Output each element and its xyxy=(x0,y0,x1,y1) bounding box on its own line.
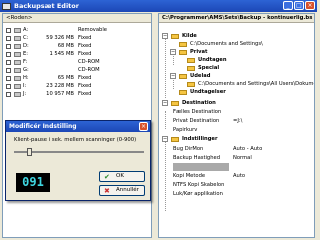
drive-row[interactable]: A: Removable xyxy=(6,26,150,34)
backup-set-tree-panel: C:\Programmer\AMS\Sets\Backup - kontinue… xyxy=(158,13,315,238)
drive-checkbox[interactable] xyxy=(6,35,11,41)
drive-type: Fixed xyxy=(78,83,92,89)
drive-letter: I: xyxy=(23,83,27,89)
dialog-title: Modificér Indstilling xyxy=(9,123,77,130)
drive-icon xyxy=(14,59,21,65)
drive-size: 10 957 MB xyxy=(46,91,74,97)
maximize-button[interactable]: □ xyxy=(294,1,304,10)
drive-row[interactable]: F: CD-ROM xyxy=(6,58,150,66)
collapse-icon[interactable]: − xyxy=(162,136,168,142)
folder-icon xyxy=(171,33,179,39)
drive-size: 1 545 MB xyxy=(49,51,74,57)
drive-type: Fixed xyxy=(78,51,92,57)
window-title: Backupsæt Editor xyxy=(14,2,79,10)
drive-icon xyxy=(14,27,21,33)
drive-letter: H: xyxy=(23,75,29,81)
drive-size: 68 MB xyxy=(57,43,74,49)
drive-type: Fixed xyxy=(78,91,92,97)
drive-checkbox[interactable] xyxy=(6,43,11,49)
minimize-button[interactable]: _ xyxy=(283,1,293,10)
drive-row[interactable]: C: 59 326 MB Fixed xyxy=(6,34,150,42)
drive-icon xyxy=(14,67,21,73)
drive-row[interactable]: I: 23 228 MB Fixed xyxy=(6,82,150,90)
app-icon xyxy=(2,2,11,10)
folder-icon xyxy=(179,73,187,79)
dialog-title-bar: Modificér Indstilling xyxy=(6,121,150,132)
drive-type: Fixed xyxy=(78,35,92,41)
title-bar: Backupsæt Editor _ □ × xyxy=(0,0,317,12)
drive-letter: A: xyxy=(23,27,29,33)
dialog-close-button[interactable]: × xyxy=(139,122,148,131)
drive-row[interactable]: D: 68 MB Fixed xyxy=(6,42,150,50)
dialog-prompt: Klient-pause i sek. mellem scanninger (0… xyxy=(14,137,137,143)
slider-track xyxy=(14,151,144,153)
property-papirkurv[interactable]: Papirkurv xyxy=(173,126,197,134)
drive-type: CD-ROM xyxy=(78,67,100,73)
drive-icon xyxy=(14,43,21,49)
folder-icon xyxy=(179,89,187,95)
property-luk-koer-applikation[interactable]: Luk/Kør applikation xyxy=(173,190,223,198)
folder-icon xyxy=(187,81,195,87)
drive-checkbox[interactable] xyxy=(6,67,11,73)
folder-icon xyxy=(187,57,195,63)
drive-size: 59 326 MB xyxy=(46,35,74,41)
folder-icon xyxy=(179,41,187,47)
drive-checkbox[interactable] xyxy=(6,83,11,89)
drive-type: CD-ROM xyxy=(78,59,100,65)
collapse-icon[interactable]: − xyxy=(170,73,176,79)
drive-letter: D: xyxy=(23,43,29,49)
drive-list-header: <Roden> xyxy=(3,14,151,23)
drive-icon xyxy=(14,83,21,89)
property-privat-destination[interactable]: Privat Destination =J:\ xyxy=(173,117,242,125)
drive-icon xyxy=(14,51,21,57)
ok-label: OK xyxy=(116,173,124,179)
drive-letter: G: xyxy=(23,67,29,73)
property-kopi-metode[interactable]: Kopi Metode Auto xyxy=(173,172,245,180)
pause-slider[interactable] xyxy=(14,148,144,156)
collapse-icon[interactable]: − xyxy=(162,33,168,39)
property-faelles-destination[interactable]: Fælles Destination xyxy=(173,108,221,116)
property-ntfs-kopi-skabelon[interactable]: NTFS Kopi Skabelon xyxy=(173,181,224,189)
folder-icon xyxy=(179,49,187,55)
folder-icon xyxy=(171,100,179,106)
drive-size: 65 MB xyxy=(57,75,74,81)
value-display: 091 xyxy=(16,173,50,192)
drive-letter: C: xyxy=(23,35,29,41)
drive-letter: E: xyxy=(23,51,29,57)
drive-icon xyxy=(14,91,21,97)
drive-type: Removable xyxy=(78,27,107,33)
folder-icon xyxy=(187,65,195,71)
slider-thumb[interactable] xyxy=(27,148,32,156)
drive-letter: F: xyxy=(23,59,28,65)
drive-checkbox[interactable] xyxy=(6,51,11,57)
drive-row[interactable]: H: 65 MB Fixed xyxy=(6,74,150,82)
drive-checkbox[interactable] xyxy=(6,59,11,65)
drive-size: 23 228 MB xyxy=(46,83,74,89)
drive-row[interactable]: J: 10 957 MB Fixed xyxy=(6,90,150,98)
drive-row[interactable]: G: CD-ROM xyxy=(6,66,150,74)
property-backup-hastighed[interactable]: Backup Hastighed Normal xyxy=(173,154,252,162)
backup-set-path-header: C:\Programmer\AMS\Sets\Backup - kontinue… xyxy=(159,14,314,23)
drive-checkbox[interactable] xyxy=(6,27,11,33)
collapse-icon[interactable]: − xyxy=(170,49,176,55)
drive-icon xyxy=(14,75,21,81)
cancel-button[interactable]: ✖ Annullér xyxy=(99,185,145,196)
check-icon: ✔ xyxy=(104,172,110,181)
property-bug-dirmon[interactable]: Bug DirMon Auto - Auto xyxy=(173,145,262,153)
drive-letter: J: xyxy=(23,91,27,97)
ok-button[interactable]: ✔ OK xyxy=(99,171,145,182)
drive-checkbox[interactable] xyxy=(6,75,11,81)
drive-row[interactable]: E: 1 545 MB Fixed xyxy=(6,50,150,58)
collapse-icon[interactable]: − xyxy=(162,100,168,106)
selected-row-highlight xyxy=(173,163,229,171)
drive-icon xyxy=(14,35,21,41)
cancel-icon: ✖ xyxy=(104,186,110,195)
drive-checkbox[interactable] xyxy=(6,91,11,97)
drive-type: Fixed xyxy=(78,75,92,81)
modify-setting-dialog: Modificér Indstilling × Klient-pause i s… xyxy=(5,120,151,201)
drive-type: Fixed xyxy=(78,43,92,49)
close-button[interactable]: × xyxy=(305,1,315,10)
cancel-label: Annullér xyxy=(116,187,139,193)
folder-icon xyxy=(171,136,179,142)
